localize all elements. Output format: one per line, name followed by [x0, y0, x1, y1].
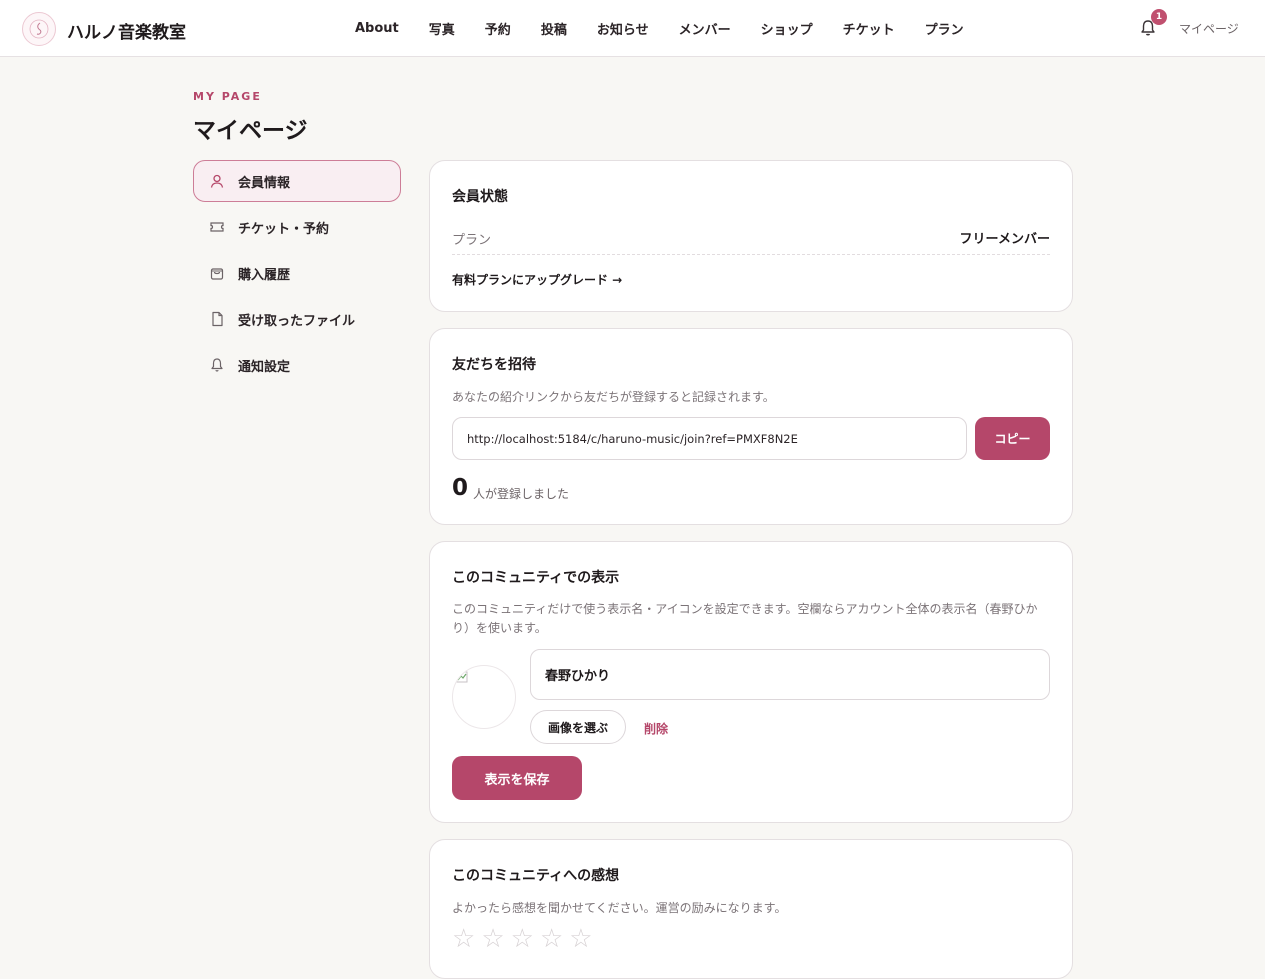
- sidebar-item-label: チケット・予約: [238, 221, 330, 237]
- feedback-title: このコミュニティへの感想: [452, 868, 620, 884]
- referral-count: 0: [452, 475, 469, 501]
- sidebar-item-tickets[interactable]: チケット・予約: [193, 206, 401, 248]
- sidebar-item-label: 通知設定: [238, 359, 291, 375]
- star-4-icon[interactable]: ☆: [540, 926, 563, 952]
- display-name-input[interactable]: [530, 649, 1050, 700]
- main-nav: About 写真 予約 投稿 お知らせ メンバー ショップ チケット プラン: [340, 0, 979, 57]
- nav-members[interactable]: メンバー: [679, 19, 731, 38]
- star-1-icon[interactable]: ☆: [452, 926, 475, 952]
- feedback-description: よかったら感想を聞かせてください。運営の励みになります。: [452, 901, 787, 915]
- mypage-link[interactable]: マイページ: [1179, 20, 1239, 37]
- copy-button[interactable]: コピー: [975, 417, 1050, 460]
- star-2-icon[interactable]: ☆: [481, 926, 504, 952]
- invite-description: あなたの紹介リンクから友だちが登録すると記録されます。: [452, 390, 775, 404]
- display-description: このコミュニティだけで使う表示名・アイコンを設定できます。空欄ならアカウント全体…: [452, 602, 1038, 635]
- nav-shop[interactable]: ショップ: [761, 19, 813, 38]
- referral-count-label: 人が登録しました: [473, 487, 570, 501]
- delete-image-link[interactable]: 削除: [644, 720, 668, 737]
- feedback-card: このコミュニティへの感想 よかったら感想を聞かせてください。運営の励みになります…: [429, 839, 1073, 979]
- sidebar-item-member-info[interactable]: 会員情報: [193, 160, 401, 202]
- plan-value: フリーメンバー: [959, 232, 1050, 247]
- nav-about[interactable]: About: [355, 21, 399, 36]
- shopping-bag-icon: [209, 265, 225, 281]
- nav-tickets[interactable]: チケット: [843, 19, 895, 38]
- avatar: [452, 665, 516, 729]
- sidebar: 会員情報 チケット・予約 購入履歴 受け取ったファイル 通知設定: [193, 160, 401, 390]
- bell-icon: [209, 357, 225, 373]
- invite-title: 友だちを招待: [452, 357, 536, 373]
- brand-name[interactable]: ハルノ音楽教室: [67, 18, 186, 43]
- referral-url-input[interactable]: [452, 417, 967, 460]
- ticket-icon: [209, 219, 225, 235]
- display-card: このコミュニティでの表示 このコミュニティだけで使う表示名・アイコンを設定できま…: [429, 541, 1073, 823]
- display-title: このコミュニティでの表示: [452, 570, 620, 586]
- broken-image-icon: [456, 671, 468, 683]
- plan-label: プラン: [452, 233, 492, 248]
- save-display-button[interactable]: 表示を保存: [452, 756, 582, 800]
- page-eyebrow: MY PAGE: [193, 90, 262, 103]
- star-3-icon[interactable]: ☆: [511, 926, 534, 952]
- sidebar-item-notification-settings[interactable]: 通知設定: [193, 344, 401, 386]
- music-note-icon: [29, 19, 49, 39]
- upgrade-link[interactable]: 有料プランにアップグレード →: [452, 271, 622, 288]
- membership-title: 会員状態: [452, 189, 508, 205]
- nav-plans[interactable]: プラン: [925, 19, 964, 38]
- sidebar-item-received-files[interactable]: 受け取ったファイル: [193, 298, 401, 340]
- brand-logo[interactable]: [22, 12, 56, 46]
- user-icon: [209, 173, 225, 189]
- sidebar-item-label: 受け取ったファイル: [238, 313, 356, 329]
- nav-news[interactable]: お知らせ: [597, 19, 649, 38]
- choose-image-button[interactable]: 画像を選ぶ: [530, 710, 626, 744]
- star-5-icon[interactable]: ☆: [569, 926, 592, 952]
- top-header: ハルノ音楽教室 About 写真 予約 投稿 お知らせ メンバー ショップ チケ…: [0, 0, 1265, 57]
- membership-card: 会員状態 プラン フリーメンバー 有料プランにアップグレード →: [429, 160, 1073, 312]
- sidebar-item-label: 会員情報: [238, 175, 291, 191]
- sidebar-item-purchase-history[interactable]: 購入履歴: [193, 252, 401, 294]
- nav-posts[interactable]: 投稿: [541, 19, 567, 38]
- nav-reservation[interactable]: 予約: [485, 19, 511, 38]
- invite-card: 友だちを招待 あなたの紹介リンクから友だちが登録すると記録されます。 コピー 0…: [429, 328, 1073, 525]
- sidebar-item-label: 購入履歴: [238, 267, 291, 283]
- notification-badge: 1: [1151, 9, 1167, 25]
- nav-photos[interactable]: 写真: [429, 19, 455, 38]
- file-icon: [209, 311, 225, 327]
- divider: [452, 254, 1050, 255]
- star-rating: ☆ ☆ ☆ ☆ ☆: [452, 926, 599, 952]
- page-title: マイページ: [193, 118, 308, 144]
